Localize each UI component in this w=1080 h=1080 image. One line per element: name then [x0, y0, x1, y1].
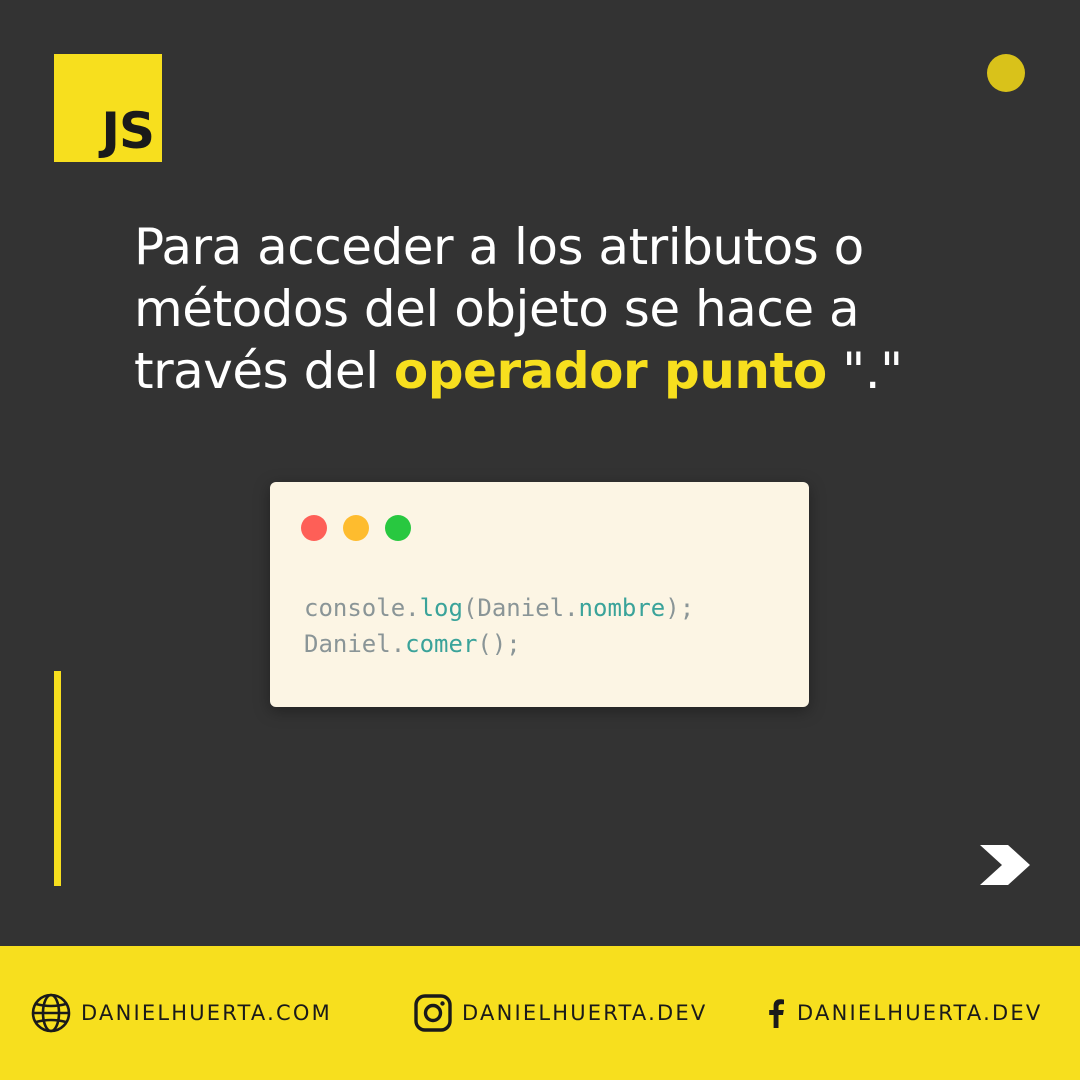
- decorative-dot: [987, 54, 1025, 92]
- code-token: );: [665, 594, 695, 622]
- instagram-icon: [414, 994, 452, 1032]
- code-token: comer: [405, 630, 478, 658]
- globe-icon: [31, 993, 71, 1033]
- next-arrow-icon[interactable]: [978, 843, 1032, 887]
- maximize-dot-icon: [385, 515, 411, 541]
- headline: Para acceder a los atributos o métodos d…: [134, 216, 1034, 402]
- facebook-label: DANIELHUERTA.DEV: [797, 1001, 1043, 1025]
- website-link[interactable]: DANIELHUERTA.COM: [31, 993, 332, 1033]
- headline-line-3: través del operador punto ".": [134, 340, 1034, 402]
- footer: DANIELHUERTA.COM DANIELHUERTA.DEV DANIEL…: [0, 946, 1080, 1080]
- code-window: console.log(Daniel.nombre); Daniel.comer(…: [270, 482, 809, 707]
- code-token: (Daniel.: [462, 594, 579, 622]
- minimize-dot-icon: [343, 515, 369, 541]
- code-token: nombre: [578, 594, 666, 622]
- code-line: console.log(Daniel.nombre);: [304, 590, 694, 626]
- code-token: Daniel.: [304, 630, 406, 658]
- headline-line-3-suffix: ".": [826, 342, 903, 400]
- close-dot-icon: [301, 515, 327, 541]
- code-token: log: [419, 594, 463, 622]
- code-token: ();: [477, 630, 521, 658]
- headline-highlight: operador punto: [393, 342, 827, 400]
- headline-line-3-prefix: través del: [134, 342, 394, 400]
- accent-bar: [54, 671, 61, 886]
- facebook-icon: [769, 999, 784, 1028]
- js-logo: JS: [54, 54, 162, 162]
- website-label: DANIELHUERTA.COM: [81, 1001, 332, 1025]
- instagram-link[interactable]: DANIELHUERTA.DEV: [414, 993, 707, 1033]
- code-block: console.log(Daniel.nombre); Daniel.comer(…: [304, 590, 694, 662]
- js-logo-text: JS: [101, 102, 155, 160]
- instagram-label: DANIELHUERTA.DEV: [462, 1001, 708, 1025]
- headline-line-2: métodos del objeto se hace a: [134, 280, 860, 338]
- facebook-link[interactable]: DANIELHUERTA.DEV: [765, 993, 1042, 1033]
- headline-line-1: Para acceder a los atributos o: [134, 218, 864, 276]
- code-token: console.: [304, 594, 420, 622]
- code-line: Daniel.comer();: [304, 626, 694, 662]
